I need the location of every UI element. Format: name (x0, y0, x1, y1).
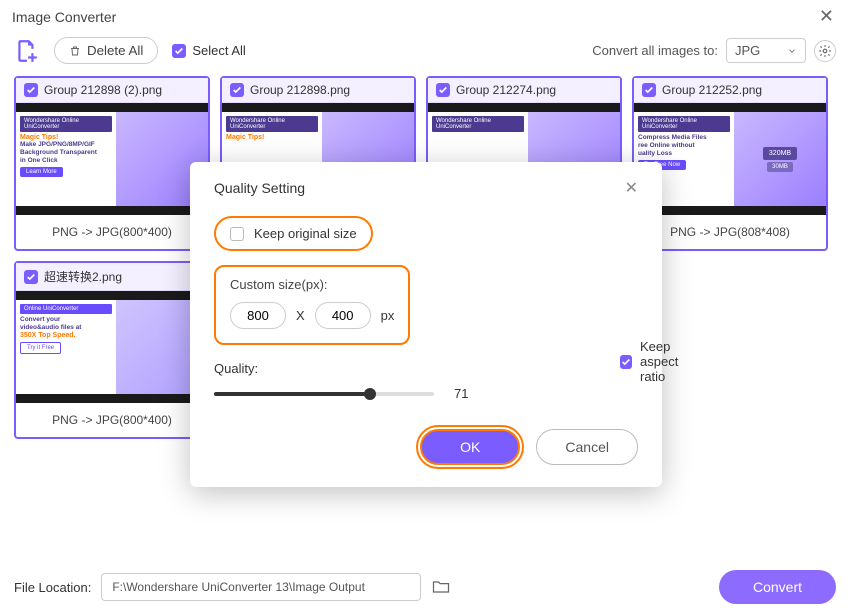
card-footer: PNG -> JPG(800*400) (16, 403, 208, 437)
custom-size-label: Custom size(px): (230, 277, 394, 292)
quality-setting-dialog: Quality Setting ✕ Keep original size Cus… (190, 162, 662, 487)
card-checkbox[interactable] (230, 83, 244, 97)
card-checkbox[interactable] (642, 83, 656, 97)
card-checkbox[interactable] (436, 83, 450, 97)
delete-all-button[interactable]: Delete All (54, 37, 158, 64)
keep-aspect-checkbox[interactable]: Keep aspect ratio (620, 339, 680, 384)
width-input[interactable] (230, 302, 286, 329)
format-value: JPG (735, 43, 760, 58)
bottom-bar: File Location: F:\Wondershare UniConvert… (0, 558, 850, 616)
cancel-button[interactable]: Cancel (536, 429, 638, 465)
card-filename: Group 212252.png (662, 83, 762, 97)
ok-button[interactable]: OK (420, 429, 520, 465)
keep-original-label: Keep original size (254, 226, 357, 241)
card-thumbnail: Wondershare Online UniConverter Compress… (634, 103, 826, 215)
card-filename: 超速转换2.png (44, 268, 122, 285)
trash-icon (69, 45, 81, 57)
toolbar: Delete All Select All Convert all images… (0, 33, 850, 76)
dialog-title: Quality Setting (214, 180, 305, 196)
format-select[interactable]: JPG (726, 38, 806, 63)
checkbox-icon (230, 227, 244, 241)
chevron-down-icon (787, 46, 797, 56)
select-all-checkbox[interactable]: Select All (172, 43, 245, 58)
close-icon[interactable]: ✕ (815, 6, 838, 27)
quality-slider[interactable] (214, 392, 434, 396)
card-checkbox[interactable] (24, 270, 38, 284)
slider-thumb-icon[interactable] (364, 388, 376, 400)
card-filename: Group 212274.png (456, 83, 556, 97)
quality-label: Quality: (214, 361, 638, 376)
keep-aspect-label: Keep aspect ratio (640, 339, 680, 384)
card-filename: Group 212898 (2).png (44, 83, 162, 97)
delete-all-label: Delete All (87, 43, 143, 58)
check-icon (172, 44, 186, 58)
select-all-label: Select All (192, 43, 245, 58)
folder-icon[interactable] (431, 577, 451, 597)
height-input[interactable] (315, 302, 371, 329)
add-file-icon[interactable] (14, 38, 40, 64)
settings-button[interactable] (814, 40, 836, 62)
dialog-close-icon[interactable]: ✕ (625, 178, 638, 198)
quality-value: 71 (454, 386, 468, 401)
size-x: X (296, 308, 305, 323)
window-title: Image Converter (12, 9, 116, 25)
card-footer: PNG -> JPG(800*400) (16, 215, 208, 249)
card-checkbox[interactable] (24, 83, 38, 97)
card-filename: Group 212898.png (250, 83, 350, 97)
output-path-input[interactable]: F:\Wondershare UniConverter 13\Image Out… (101, 573, 421, 601)
card-thumbnail: Online UniConverter Convert your video&a… (16, 291, 208, 403)
keep-original-option[interactable]: Keep original size (214, 216, 373, 251)
px-label: px (381, 308, 395, 323)
custom-size-group: Custom size(px): X px (214, 265, 410, 345)
card-footer: PNG -> JPG(808*408) (634, 215, 826, 249)
image-card[interactable]: 超速转换2.png Online UniConverter Convert yo… (14, 261, 210, 439)
convert-button[interactable]: Convert (719, 570, 836, 604)
image-card[interactable]: Group 212898 (2).png Wondershare Online … (14, 76, 210, 251)
file-location-label: File Location: (14, 580, 91, 595)
card-thumbnail: Wondershare Online UniConverter Magic Ti… (16, 103, 208, 215)
convert-to-label: Convert all images to: (592, 43, 718, 58)
check-icon (620, 355, 632, 369)
gear-icon (818, 44, 832, 58)
